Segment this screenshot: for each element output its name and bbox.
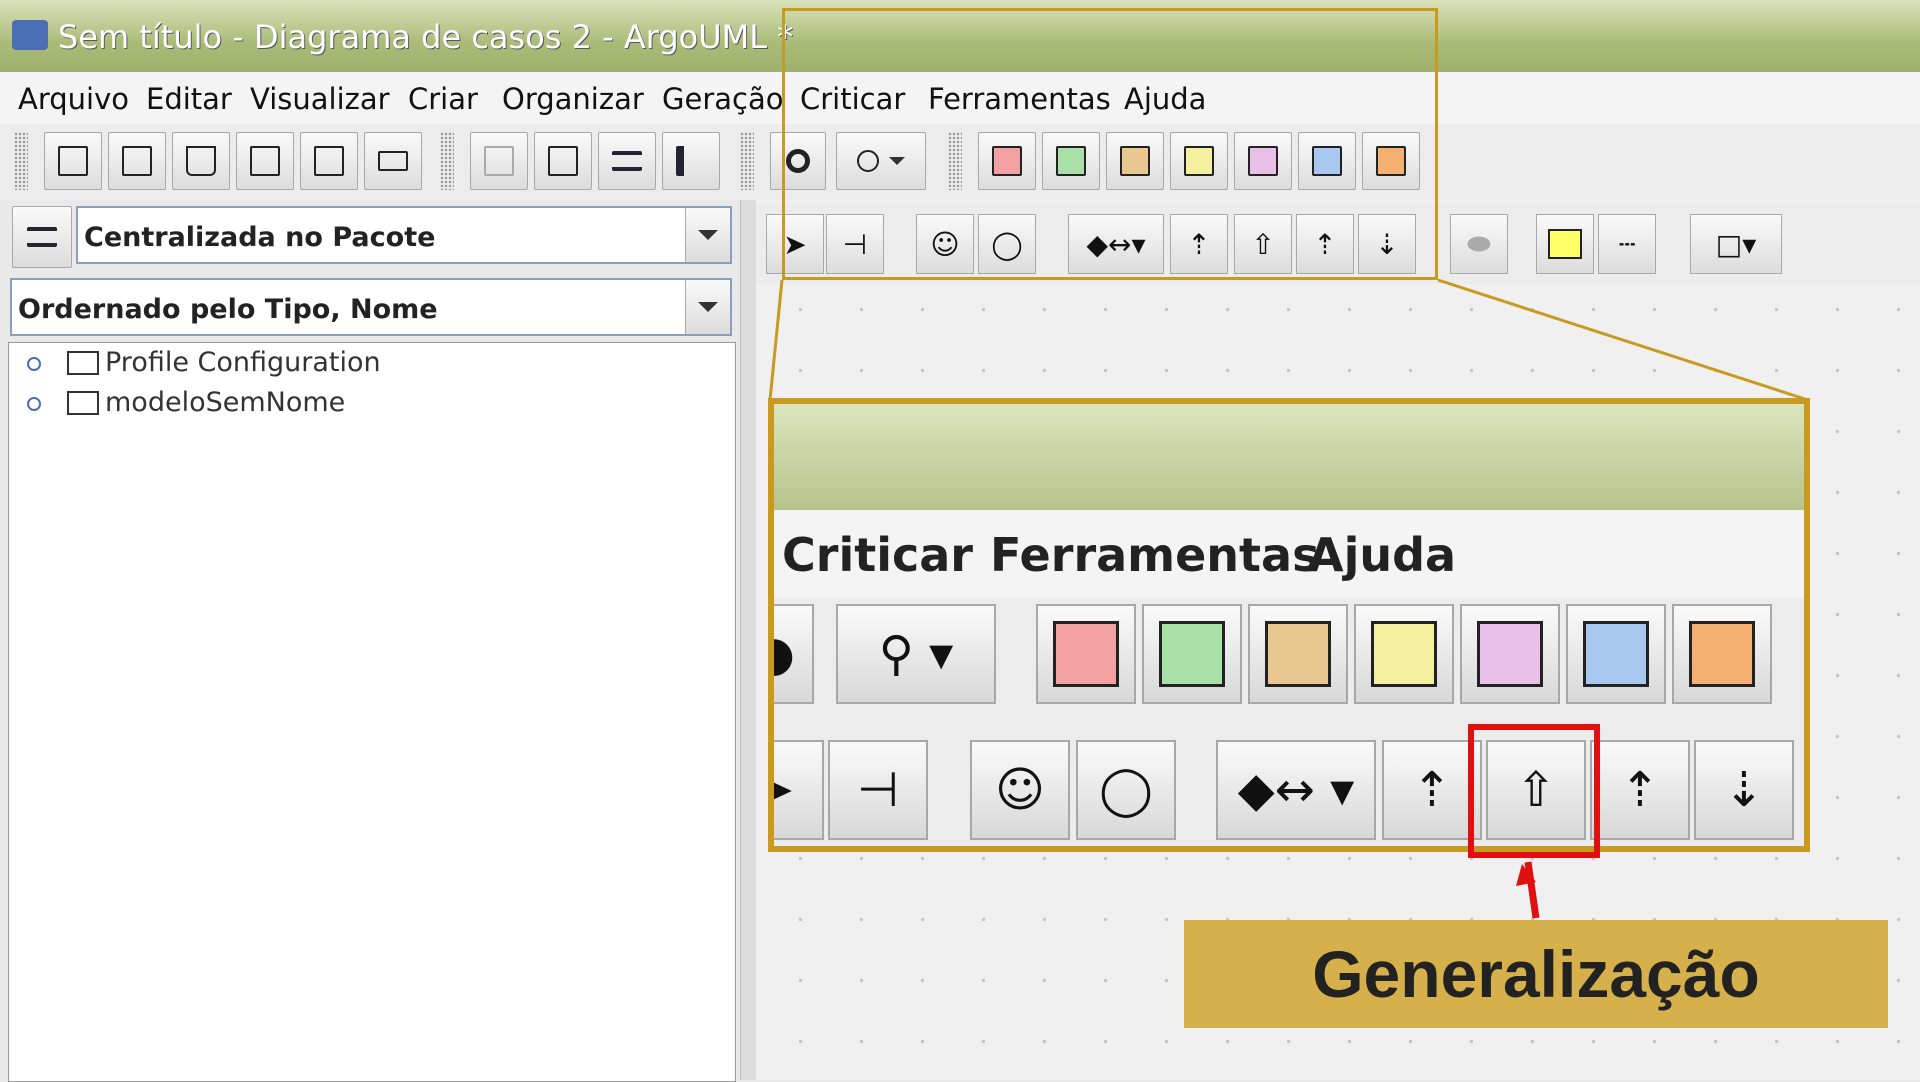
zoom-broom-icon: ⊣	[828, 740, 928, 840]
zoom-menu-ajuda: Ajuda	[1308, 528, 1457, 582]
zoom-collaboration-diagram-icon	[1354, 604, 1454, 704]
zoom-dependency-icon: ⇡	[1382, 740, 1482, 840]
zoom-state-diagram-icon	[1460, 604, 1560, 704]
zoom-sequence-diagram-icon	[1248, 604, 1348, 704]
zoom-class-diagram-icon	[1142, 604, 1242, 704]
zoom-menu-ferramentas: Ferramentas	[990, 528, 1320, 582]
zoom-actor-icon: ☺	[970, 740, 1070, 840]
zoom-find-icon: ●	[774, 604, 814, 704]
zoom-usecase-diagram-icon	[1036, 604, 1136, 704]
zoom-title-bar	[774, 404, 1804, 510]
zoom-select-icon: ➤	[774, 740, 824, 840]
zoom-association-icon: ◆↔ ▾	[1216, 740, 1376, 840]
zoom-menu-criticar: Criticar	[782, 528, 973, 582]
zoom-deployment-diagram-icon	[1672, 604, 1772, 704]
generalization-callout: Generalização	[1184, 920, 1888, 1028]
generalization-highlight	[1468, 724, 1600, 858]
zoom-extend-icon: ⇡	[1590, 740, 1690, 840]
zoom-zoom-icon: ⚲ ▾	[836, 604, 996, 704]
zoom-activity-diagram-icon	[1566, 604, 1666, 704]
callout-label: Generalização	[1312, 937, 1760, 1011]
zoom-include-icon: ⇣	[1694, 740, 1794, 840]
zoom-usecase-icon: ◯	[1076, 740, 1176, 840]
zoom-callout: Criticar Ferramentas Ajuda ● ⚲ ▾ ➤ ⊣ ☺ ◯…	[768, 398, 1810, 852]
zoom-menu-bar: Criticar Ferramentas Ajuda	[774, 510, 1804, 598]
